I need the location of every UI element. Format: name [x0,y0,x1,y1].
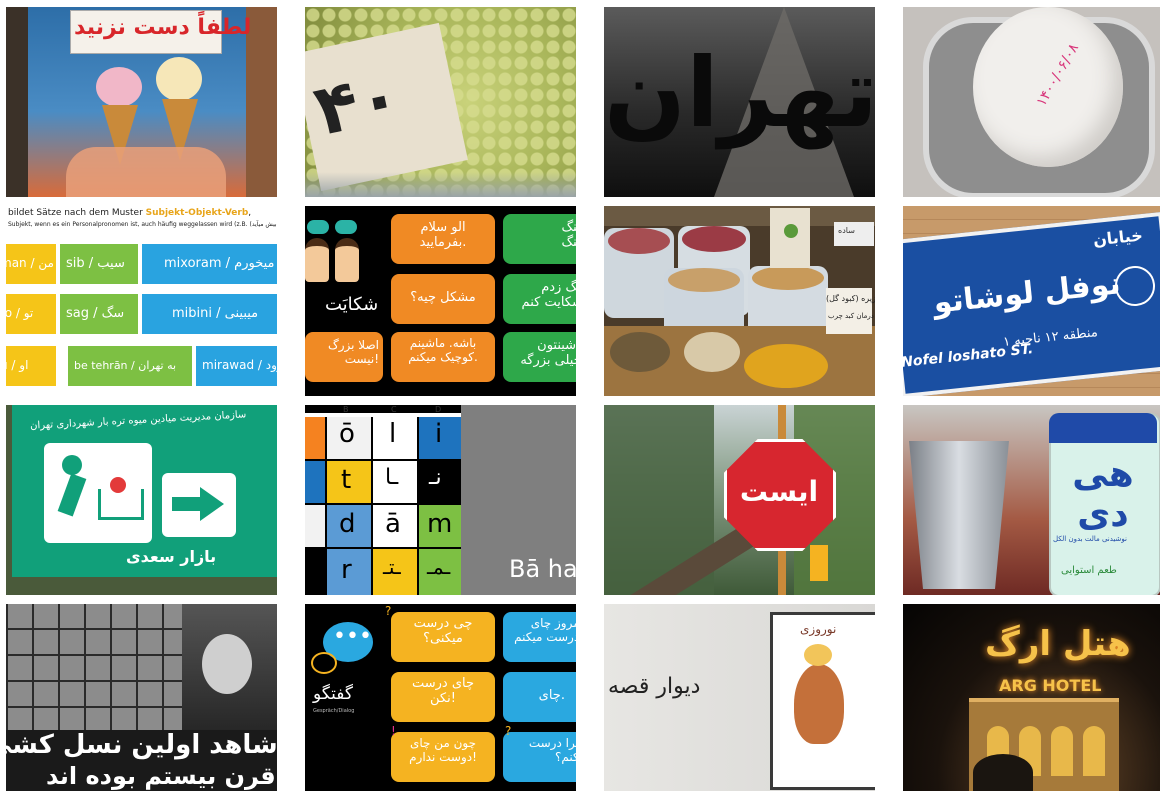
photo-spice-market[interactable]: زیره (کبود گل) درمان کبد چرب ساده [604,206,875,396]
shopper-icon [62,455,82,475]
ice-cream-right [156,57,202,101]
photo-tehran-letters-tower[interactable]: تهران [604,7,875,197]
price-text: ۴۰ [307,54,409,152]
person-icon [335,238,359,282]
question-icon: ? [505,724,512,738]
slide-tea-dialogue[interactable]: ••• گفتگو Gespräch/Dialog چی درست میکنی؟… [305,604,576,791]
hotel-name-en: ARG HOTEL [999,676,1102,695]
sign-text: لطفاً دست نزنید [74,15,252,40]
photo-stop-sign[interactable]: ایست [604,405,875,595]
stop-sign-text: ایست [739,475,819,508]
speech-bubble-icon [307,220,329,234]
can-brand: هی دی [1072,454,1134,535]
portrait-grid [6,604,186,734]
exclamation-icon: ! [391,724,396,738]
bird-illustration [794,664,844,744]
wall-text: دیوار قصه [608,674,701,699]
slide-sentence-pattern[interactable]: bildet Sätze nach dem Muster Subjekt-Obj… [6,206,277,396]
photo-stamped-egg[interactable]: ۱۴۰۰/۰۶/۰۸ [903,7,1160,197]
photo-grapes-price[interactable]: ۴۰ [305,7,576,197]
question-icon: ? [385,604,392,618]
product-box [770,208,810,268]
small-sign [810,545,828,581]
photo-street-sign[interactable]: خیابان نوفل لوشاتو منطقه ۱۲ ناحیه ۱ Nofe… [903,206,1160,396]
photo-do-not-touch-sign[interactable]: لطفاً دست نزنید [6,7,277,197]
metal-cup [909,441,1009,589]
slide-title: گفتگو [313,684,353,704]
chat-dots-icon: ••• [333,624,372,649]
apple-icon [110,477,126,493]
banner-line-1: چون چشم ها شاهد اولین نسل کشی [6,730,277,760]
slide-heading: bildet Sätze nach dem Muster Subjekt-Obj… [8,208,252,218]
photo-arg-hotel[interactable]: هتل ارگ ARG HOTEL [903,604,1160,791]
slide-alphabet-grid[interactable]: B C D ō ا i t ـا نـ d ā m r ـتـ ـمـ Bā h… [305,405,576,595]
photo-story-wall[interactable]: دیوار قصه نوروزی [604,604,875,791]
slide-subline: Subjekt, wenn es ein Personalpronomen is… [8,221,277,228]
tehran-letters: تهران [604,37,875,149]
ice-cream-left [96,67,142,107]
slide-title: شکایَت [325,294,379,315]
tree-silhouette [973,754,1033,791]
photo-market-sign[interactable]: سازمان مدیریت میادین میوه تره بار شهردار… [6,405,277,595]
photo-malt-drink-can[interactable]: هی دی نوشیدنی مالت بدون الکل طعم استوایی [903,405,1160,595]
slide-complaint-dialogue[interactable]: شکایَت الو سلام بفرمایید. رینگ رینگ مشکل… [305,206,576,396]
speech-bubble-icon [335,220,357,234]
slide-caption: Bā ha [509,555,576,583]
place-name: بازار سعدی [126,547,217,566]
image-grid: لطفاً دست نزنید ۴۰ تهران ۱۴۰۰/۰۶/۰۸ bild… [0,0,1164,791]
banner-line-2: قرن بیستم بوده اند [46,762,276,790]
cart-icon [98,489,144,520]
hotel-name-fa: هتل ارگ [985,624,1131,664]
person-icon [305,238,329,282]
photo-genocide-memorial-banner[interactable]: چون چشم ها شاهد اولین نسل کشی قرن بیستم … [6,604,277,791]
